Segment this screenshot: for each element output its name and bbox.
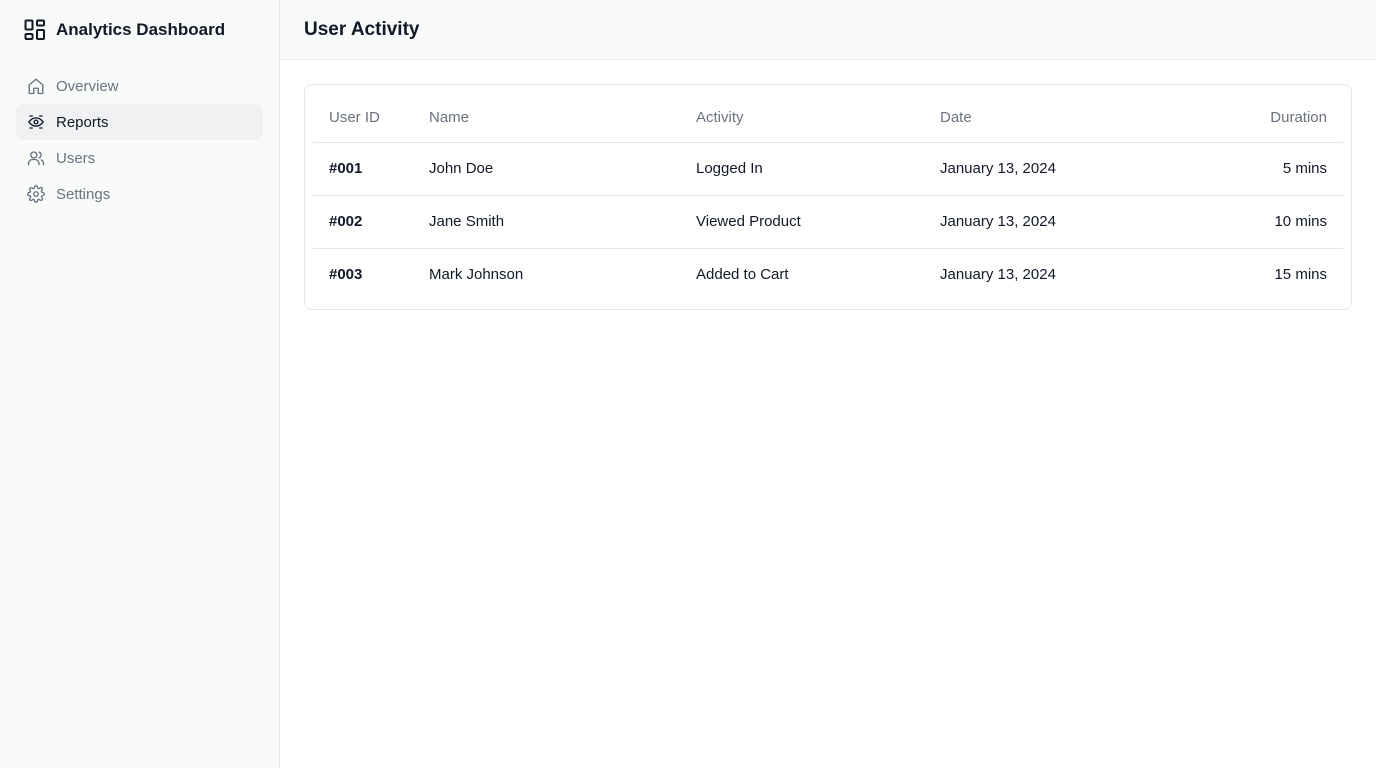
cell-name: Mark Johnson — [429, 266, 524, 284]
cell-user-id: #003 — [329, 266, 363, 284]
table-row: #001 John Doe Logged In January 13, 2024… — [313, 142, 1343, 196]
users-icon — [27, 149, 45, 167]
sidebar-item-label: Users — [56, 149, 96, 167]
cell-date: January 13, 2024 — [940, 266, 1056, 284]
cell-name: Jane Smith — [413, 195, 680, 249]
cell-duration: 15 mins — [1274, 266, 1327, 284]
activity-table: User ID Name Activity Date Duration #001… — [313, 93, 1343, 301]
brand: Analytics Dashboard — [16, 0, 263, 60]
table-row: #002 Jane Smith Viewed Product January 1… — [313, 195, 1343, 249]
eye-icon — [27, 113, 45, 131]
home-icon — [27, 77, 45, 95]
sidebar-item-label: Reports — [56, 113, 109, 131]
cell-user-id: #002 — [313, 195, 413, 249]
sidebar-item-label: Overview — [56, 77, 119, 95]
table-header-row: User ID Name Activity Date Duration — [313, 93, 1343, 143]
cell-duration: 10 mins — [1184, 195, 1343, 249]
table-row: #003 Mark Johnson Added to Cart January … — [313, 248, 1343, 301]
cell-date: January 13, 2024 — [924, 142, 1184, 196]
sidebar-nav: Overview Reports Users Settings — [16, 68, 263, 212]
sidebar-item-users[interactable]: Users — [16, 140, 263, 176]
gear-icon — [27, 185, 45, 203]
cell-activity: Added to Cart — [696, 266, 789, 284]
column-header-activity: Activity — [680, 93, 924, 143]
column-header-name: Name — [413, 93, 680, 143]
column-header-date: Date — [924, 93, 1184, 143]
app-root: Analytics Dashboard Overview Reports Use… — [0, 0, 1376, 768]
cell-duration: 5 mins — [1184, 142, 1343, 196]
column-header-duration: Duration — [1184, 93, 1343, 143]
main-panel: User Activity User ID Name Activity Date… — [280, 0, 1376, 768]
cell-activity: Viewed Product — [680, 195, 924, 249]
sidebar-item-reports[interactable]: Reports — [16, 104, 263, 140]
cell-name: John Doe — [413, 142, 680, 196]
sidebar-item-settings[interactable]: Settings — [16, 176, 263, 212]
column-header-user-id: User ID — [313, 93, 413, 143]
top-bar: User Activity — [280, 0, 1376, 60]
cell-date: January 13, 2024 — [924, 195, 1184, 249]
activity-table-card: User ID Name Activity Date Duration #001… — [304, 84, 1352, 310]
cell-activity: Logged In — [680, 142, 924, 196]
dashboard-grid-icon — [24, 19, 46, 41]
sidebar: Analytics Dashboard Overview Reports Use… — [0, 0, 280, 768]
sidebar-item-label: Settings — [56, 185, 111, 203]
cell-user-id: #001 — [313, 142, 413, 196]
sidebar-item-overview[interactable]: Overview — [16, 68, 263, 104]
content-area: User ID Name Activity Date Duration #001… — [280, 60, 1376, 334]
app-title: Analytics Dashboard — [56, 20, 226, 39]
page-title: User Activity — [304, 18, 420, 40]
